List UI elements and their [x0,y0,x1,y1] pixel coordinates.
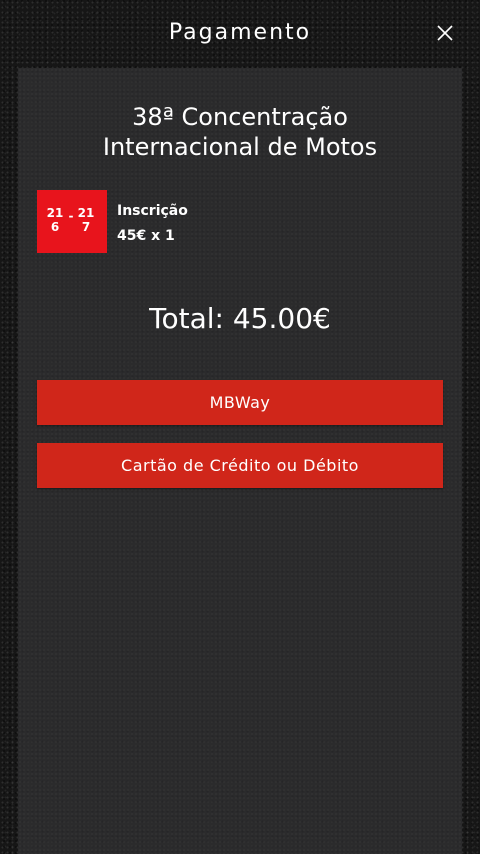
start-month: 6 [50,220,60,234]
item-info: Inscrição 45€ x 1 [117,199,188,249]
start-day: 21 [46,206,64,220]
end-day: 21 [77,206,95,220]
mbway-button[interactable]: MBWay [37,380,443,425]
date-separator: - [68,209,74,223]
close-button[interactable] [434,22,456,44]
event-title-line2: Internacional de Motos [102,133,378,161]
total-amount: Total: 45.00€ [149,302,331,335]
item-name: Inscrição [117,203,188,219]
card-payment-button[interactable]: Cartão de Crédito ou Débito [37,443,443,488]
date-badge: 21 6 - 21 7 [37,190,107,253]
item-price-qty: 45€ x 1 [117,228,175,244]
event-title-line1: 38ª Concentração [132,103,348,131]
start-date: 21 6 [46,206,64,234]
end-date: 21 7 [77,206,95,234]
event-title: 38ª Concentração Internacional de Motos [18,102,462,162]
close-icon [437,25,453,41]
end-month: 7 [81,220,91,234]
payment-panel: 38ª Concentração Internacional de Motos … [18,68,462,854]
page-title: Pagamento [168,20,312,45]
header: Pagamento [0,0,480,68]
